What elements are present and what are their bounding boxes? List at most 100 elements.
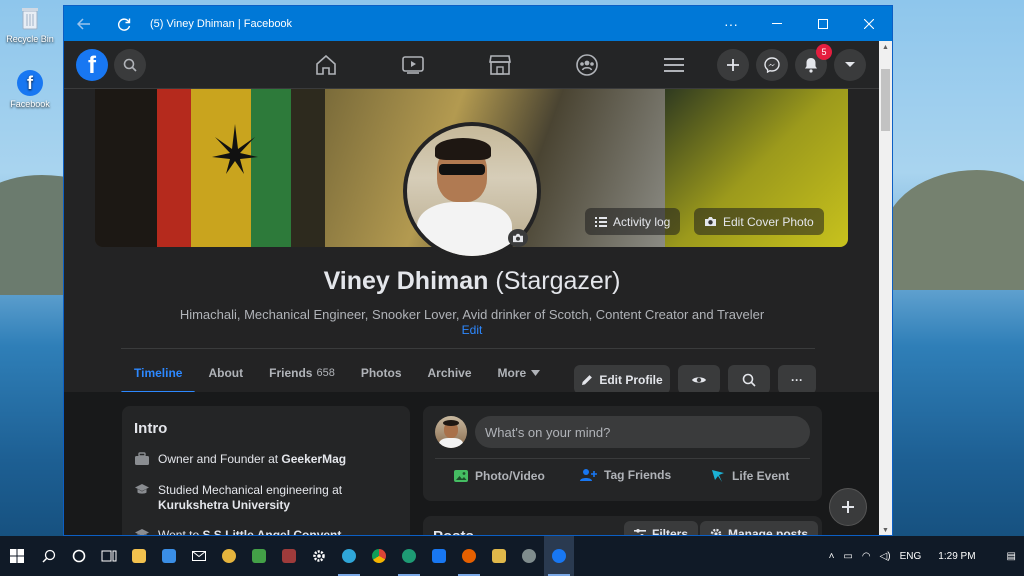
divider: [121, 348, 815, 349]
scroll-down-arrow-icon[interactable]: ▼: [879, 527, 892, 534]
app-icon[interactable]: [274, 536, 304, 576]
filters-label: Filters: [652, 527, 689, 536]
search-icon[interactable]: [34, 536, 64, 576]
store-icon[interactable]: [154, 536, 184, 576]
settings-more-icon[interactable]: ···: [708, 6, 754, 41]
watch-icon[interactable]: [369, 41, 456, 89]
messenger-icon[interactable]: [756, 49, 788, 81]
back-arrow-icon[interactable]: [64, 6, 104, 41]
taskbar: ˄ ▭ ◠ ◁) ENG 1:29 PM ▤: [0, 536, 1024, 576]
create-icon[interactable]: [717, 49, 749, 81]
start-windows-icon[interactable]: [0, 536, 34, 576]
tab-archive[interactable]: Archive: [415, 354, 485, 392]
facebook-logo-icon[interactable]: f: [76, 49, 108, 81]
scrollbar-thumb[interactable]: [881, 69, 890, 131]
settings-icon[interactable]: [304, 536, 334, 576]
intro-row-text: Studied Mechanical engineering at Kuruks…: [158, 483, 343, 512]
mail-icon[interactable]: [184, 536, 214, 576]
search-icon[interactable]: [114, 49, 146, 81]
flag-icon: [712, 470, 724, 482]
minimize-icon[interactable]: [754, 6, 800, 41]
more-options-button[interactable]: ···: [778, 365, 816, 394]
firefox-icon[interactable]: [454, 536, 484, 576]
home-icon[interactable]: [282, 41, 369, 89]
volume-icon[interactable]: ◁): [880, 551, 891, 562]
intro-row-text: Went to S.S Little Angel Convent: [158, 528, 342, 536]
tab-photos[interactable]: Photos: [348, 354, 415, 392]
activity-log-button[interactable]: Activity log: [585, 208, 681, 235]
notes-icon[interactable]: [484, 536, 514, 576]
vertical-scrollbar[interactable]: ▲ ▼: [879, 41, 892, 535]
tab-label: More: [497, 366, 527, 380]
chrome-icon[interactable]: [364, 536, 394, 576]
maximize-icon[interactable]: [800, 6, 846, 41]
window-title: (5) Viney Dhiman | Facebook: [150, 17, 293, 30]
action-center-icon[interactable]: ▤: [1007, 551, 1016, 562]
file-explorer-icon[interactable]: [124, 536, 154, 576]
scroll-up-arrow-icon[interactable]: ▲: [879, 44, 892, 51]
tab-friends[interactable]: Friends 658: [256, 354, 348, 392]
bio-edit-link[interactable]: Edit: [64, 323, 880, 337]
facebook-app-icon[interactable]: [544, 536, 574, 576]
task-view-icon[interactable]: [94, 536, 124, 576]
camtasia-icon[interactable]: [244, 536, 274, 576]
photo-video-button[interactable]: Photo/Video: [453, 468, 545, 484]
posts-card: Posts Filters Manage posts: [423, 516, 822, 536]
app-icon[interactable]: [514, 536, 544, 576]
system-tray: ˄ ▭ ◠ ◁) ENG 1:29 PM ▤: [829, 536, 1024, 576]
account-dropdown-icon[interactable]: [834, 49, 866, 81]
tab-about[interactable]: About: [195, 354, 256, 392]
edge-icon[interactable]: [334, 536, 364, 576]
profile-alternate-name: (Stargazer): [495, 267, 621, 295]
cortana-icon[interactable]: [64, 536, 94, 576]
intro-row-work: Owner and Founder at GeekerMag: [134, 452, 346, 467]
menu-icon[interactable]: [630, 41, 717, 89]
caret-down-icon: [531, 370, 541, 376]
tab-label: About: [208, 366, 244, 380]
edge-dev-icon[interactable]: [394, 536, 424, 576]
language-indicator[interactable]: ENG: [900, 551, 922, 562]
edit-profile-button[interactable]: Edit Profile: [574, 365, 670, 394]
edit-cover-photo-button[interactable]: Edit Cover Photo: [694, 208, 824, 235]
desktop-icon-facebook[interactable]: f Facebook: [2, 70, 58, 109]
battery-icon[interactable]: ▭: [843, 551, 852, 562]
filters-button[interactable]: Filters: [624, 521, 699, 536]
tab-more[interactable]: More: [485, 354, 554, 392]
notifications-icon[interactable]: 5: [795, 44, 832, 81]
graduation-cap-icon: [135, 484, 149, 494]
view-as-button[interactable]: [678, 365, 720, 394]
life-event-label: Life Event: [732, 469, 790, 483]
facebook-top-nav: f 5: [64, 41, 880, 89]
facebook-taskbar-icon[interactable]: [424, 536, 454, 576]
marketplace-icon[interactable]: [456, 41, 543, 89]
activity-log-label: Activity log: [613, 214, 671, 229]
eye-icon: [692, 376, 706, 383]
manage-posts-button[interactable]: Manage posts: [700, 521, 819, 535]
chevron-up-icon[interactable]: ˄: [829, 551, 835, 562]
profile-actions: Edit Profile ···: [574, 365, 816, 394]
new-post-plus-button[interactable]: [829, 488, 867, 526]
groups-icon[interactable]: [543, 41, 630, 89]
profile-header: Activity log Edit Cover Photo Viney Dhim…: [64, 89, 880, 394]
whats-on-your-mind-input[interactable]: What's on your mind?: [475, 416, 810, 448]
search-profile-button[interactable]: [728, 365, 770, 394]
refresh-icon[interactable]: [104, 6, 144, 41]
intro-row-education: Studied Mechanical engineering at Kuruks…: [134, 483, 342, 513]
recycle-bin-icon: [17, 5, 43, 31]
wifi-icon[interactable]: ◠: [862, 551, 871, 562]
tab-label: Photos: [360, 366, 402, 380]
desktop-hill-right: [884, 170, 1024, 290]
close-icon[interactable]: [846, 6, 892, 41]
update-profile-picture-camera-icon[interactable]: [508, 229, 528, 247]
edit-profile-label: Edit Profile: [599, 372, 663, 387]
post-composer: What's on your mind? Photo/Video Tag Fri…: [423, 406, 822, 501]
facebook-icon: f: [17, 70, 43, 96]
clock[interactable]: 1:29 PM: [938, 551, 975, 562]
tab-timeline[interactable]: Timeline: [121, 354, 196, 394]
profile-tabs: Timeline About Friends 658 Photos Archiv…: [121, 354, 554, 394]
life-event-button[interactable]: Life Event: [710, 468, 789, 484]
tag-friends-button[interactable]: Tag Friends: [580, 468, 671, 482]
desktop-icon-recycle-bin[interactable]: Recycle Bin: [2, 5, 58, 44]
gear-icon: [710, 528, 722, 535]
emoji-app-icon[interactable]: [214, 536, 244, 576]
